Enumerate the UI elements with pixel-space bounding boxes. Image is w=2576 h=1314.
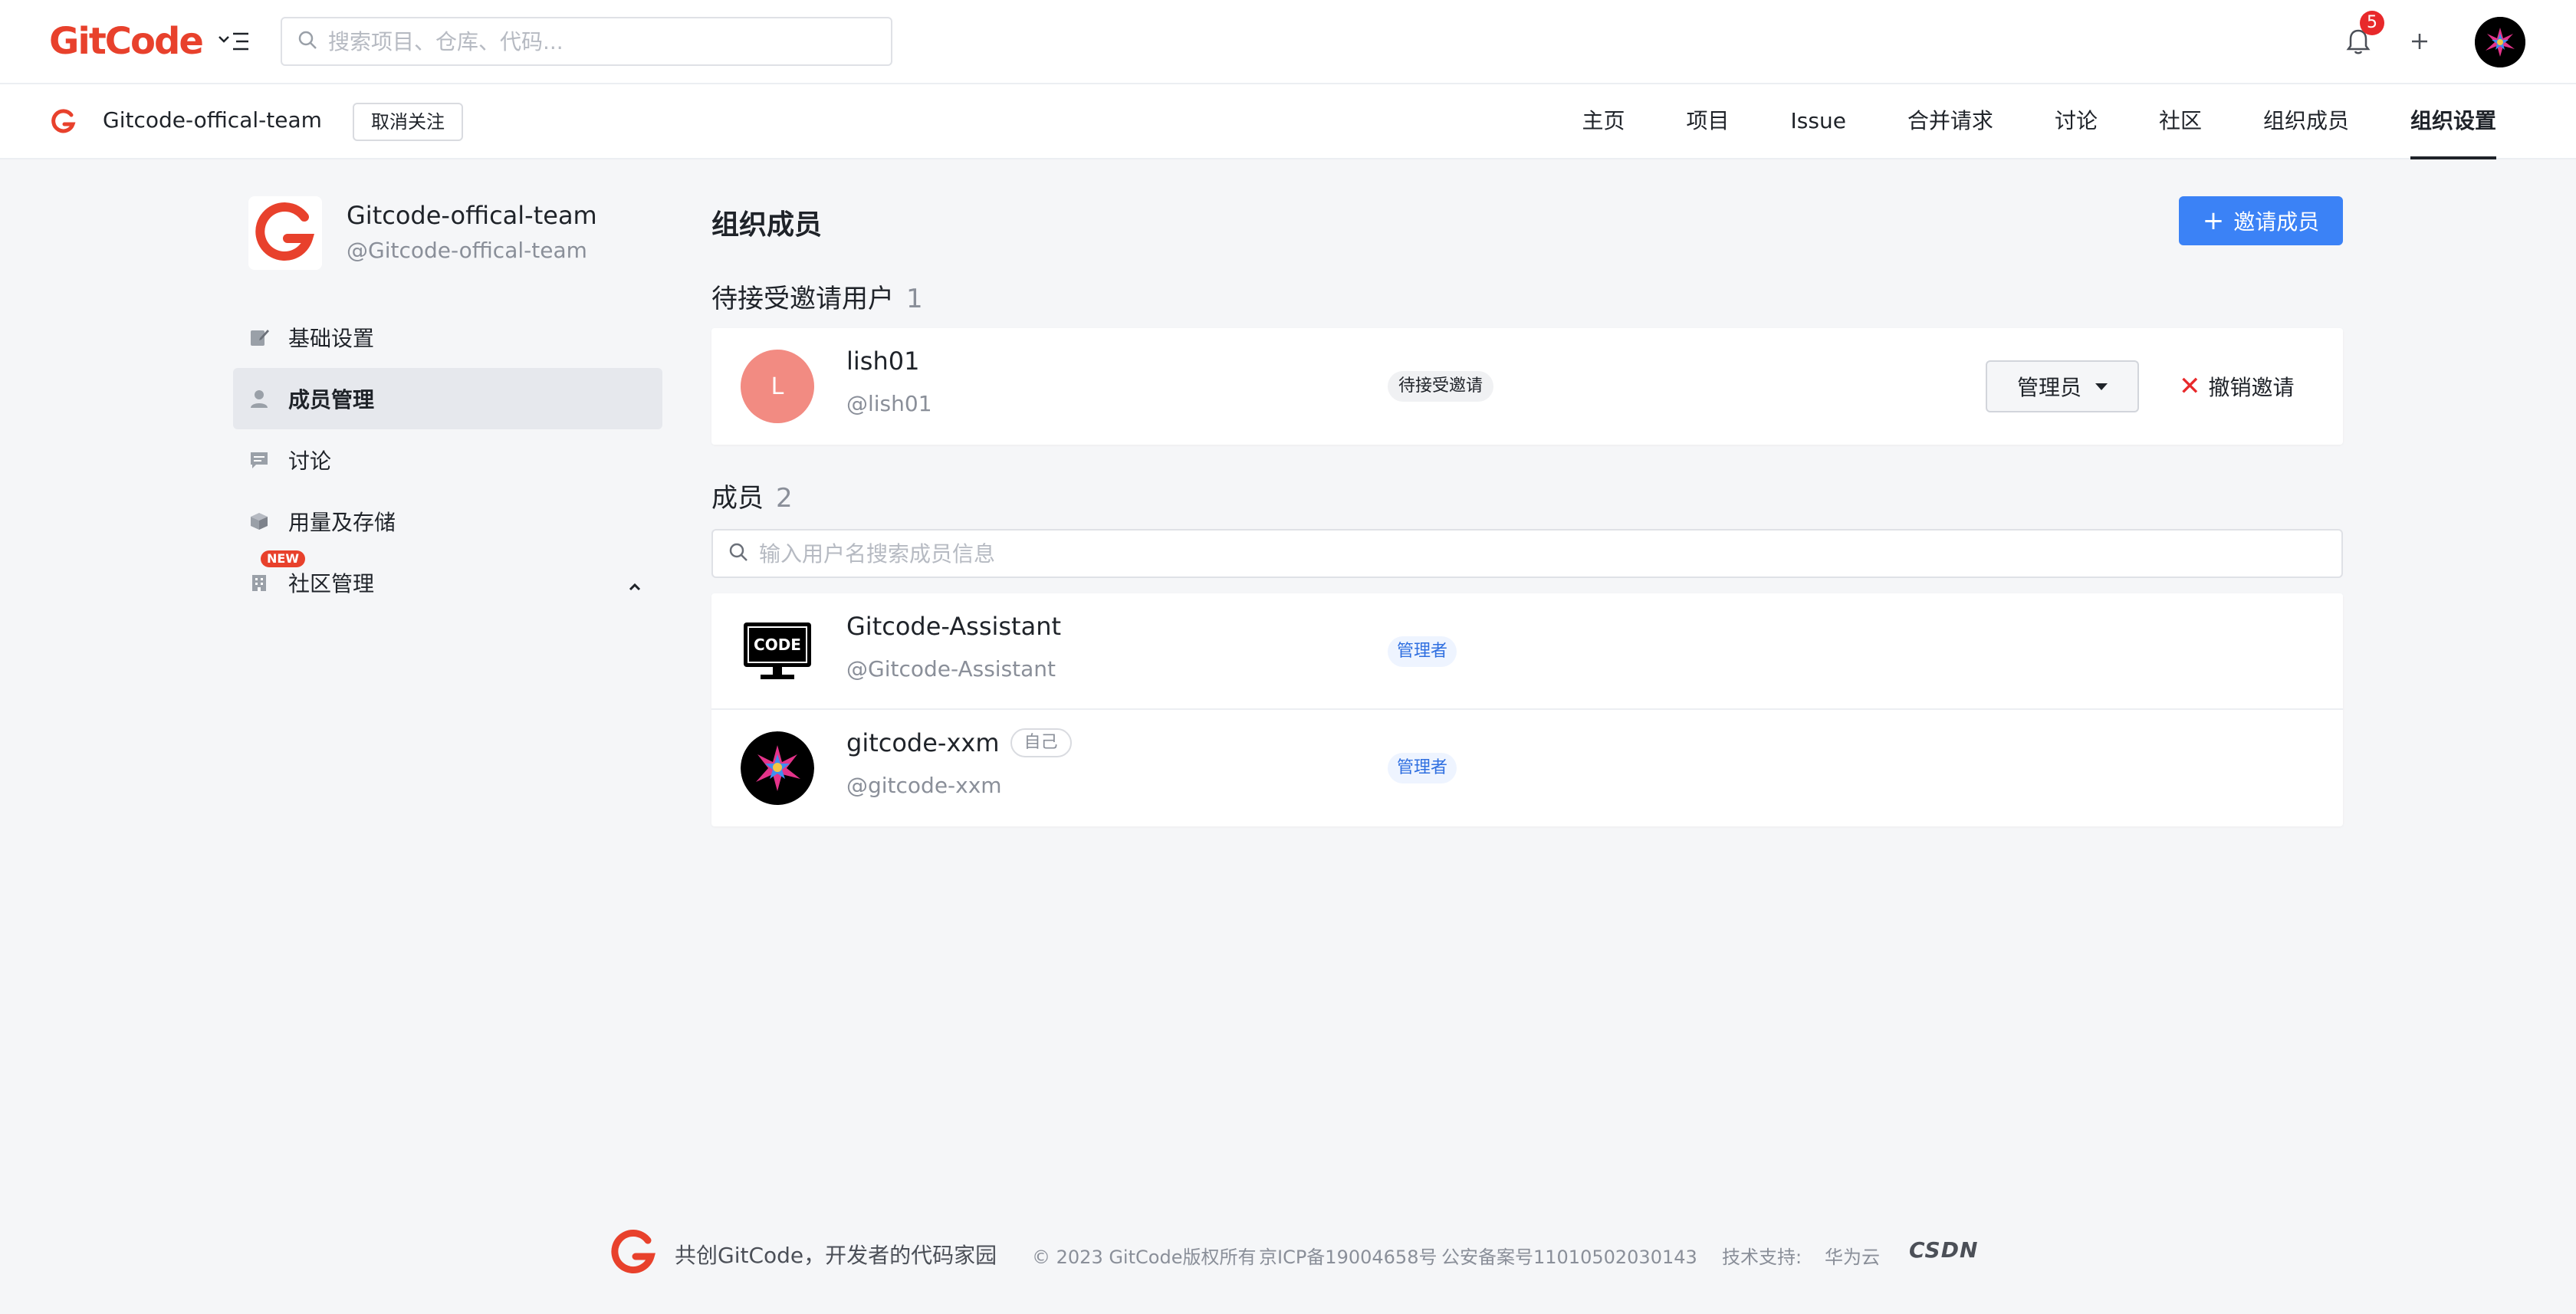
invite-member-label: 邀请成员 bbox=[2233, 209, 2320, 235]
edit-icon bbox=[248, 327, 270, 348]
members-card: CODE Gitcode-Assistant @Gitcode-Assistan… bbox=[711, 593, 2343, 826]
assistant-avatar: CODE bbox=[741, 615, 814, 688]
org-name[interactable]: Gitcode-offical-team bbox=[103, 107, 322, 133]
gitcode-logo[interactable]: GitCode bbox=[49, 17, 204, 66]
pending-section-title: 待接受邀请用户 1 bbox=[711, 278, 923, 315]
sidebar-org-handle: @Gitcode-offical-team bbox=[347, 238, 587, 263]
close-icon: ✕ bbox=[2179, 371, 2201, 402]
user-icon bbox=[248, 388, 270, 409]
org-bar: Gitcode-offical-team 取消关注 主页 项目 Issue 合并… bbox=[0, 84, 2576, 159]
nav-members[interactable]: 组织成员 bbox=[2263, 84, 2349, 159]
role-select-value: 管理员 bbox=[2016, 375, 2082, 400]
avatar-initial: L bbox=[770, 373, 784, 400]
new-badge: NEW bbox=[261, 550, 305, 567]
pending-users-card: L lish01 @lish01 待接受邀请 管理员 ✕ 撤销邀请 bbox=[711, 328, 2343, 445]
footer-slogan: 共创GitCode，开发者的代码家园 bbox=[675, 1243, 997, 1268]
members-count: 2 bbox=[776, 483, 793, 514]
global-search-input[interactable] bbox=[328, 28, 865, 54]
caret-down-icon bbox=[2095, 383, 2108, 390]
footer-logo-icon bbox=[610, 1228, 658, 1276]
top-header: GitCode 5 bbox=[0, 0, 2576, 84]
user-avatar[interactable] bbox=[2475, 17, 2525, 67]
sidebar-item-member-management[interactable]: 成员管理 bbox=[233, 368, 662, 429]
svg-text:CODE: CODE bbox=[754, 636, 801, 654]
sidebar-org-logo bbox=[248, 196, 322, 270]
user-handle: @lish01 bbox=[846, 391, 932, 416]
create-plus-icon[interactable] bbox=[2404, 26, 2435, 57]
sidebar-item-basic-settings[interactable]: 基础设置 bbox=[233, 307, 662, 368]
footer-copyright: © 2023 GitCode版权所有 bbox=[1032, 1247, 1257, 1268]
menu-toggle-icon[interactable] bbox=[218, 28, 251, 55]
user-handle: @Gitcode-Assistant bbox=[846, 656, 1056, 682]
revoke-invite-label: 撤销邀请 bbox=[2208, 375, 2295, 400]
sidebar-item-usage-storage[interactable]: 用量及存储 bbox=[233, 491, 662, 552]
notification-count-badge: 5 bbox=[2360, 11, 2384, 35]
page-title: 组织成员 bbox=[711, 209, 823, 241]
sidebar-item-label: 基础设置 bbox=[288, 326, 375, 351]
settings-sidebar: 基础设置 成员管理 讨论 用量及存储 NEW 社区管理 bbox=[233, 307, 662, 613]
search-icon bbox=[728, 542, 748, 565]
sidebar-item-label: 成员管理 bbox=[288, 387, 375, 412]
member-search[interactable] bbox=[711, 529, 2343, 578]
member-search-input[interactable] bbox=[759, 540, 2216, 567]
org-nav: 主页 项目 Issue 合并请求 讨论 社区 组织成员 组织设置 bbox=[1520, 84, 2497, 159]
avatar: L bbox=[741, 350, 814, 423]
pending-title-text: 待接受邀请用户 bbox=[711, 284, 894, 314]
user-name: lish01 bbox=[846, 347, 919, 376]
footer: 共创GitCode，开发者的代码家园 © 2023 GitCode版权所有 京I… bbox=[0, 1224, 2576, 1282]
user-name-text: gitcode-xxm bbox=[846, 728, 1000, 757]
sidebar-item-discussions[interactable]: 讨论 bbox=[233, 429, 662, 491]
member-row: gitcode-xxm 自己 @gitcode-xxm 管理者 bbox=[711, 710, 2343, 826]
chevron-up-icon[interactable] bbox=[627, 575, 642, 591]
nav-issue[interactable]: Issue bbox=[1791, 84, 1846, 159]
user-name: gitcode-xxm 自己 bbox=[846, 728, 1072, 757]
footer-support-label: 技术支持: bbox=[1722, 1247, 1802, 1268]
nav-projects[interactable]: 项目 bbox=[1687, 84, 1730, 159]
revoke-invite-button[interactable]: ✕ 撤销邀请 bbox=[2179, 370, 2295, 403]
status-badge: 待接受邀请 bbox=[1388, 371, 1494, 402]
user-name: Gitcode-Assistant bbox=[846, 612, 1061, 641]
nav-community[interactable]: 社区 bbox=[2159, 84, 2202, 159]
nav-home[interactable]: 主页 bbox=[1582, 84, 1625, 159]
pending-count: 1 bbox=[906, 284, 923, 314]
unfollow-button[interactable]: 取消关注 bbox=[353, 103, 463, 141]
footer-csdn-link[interactable]: CSDN bbox=[1909, 1237, 1978, 1263]
search-icon bbox=[297, 30, 317, 53]
global-search[interactable] bbox=[281, 17, 892, 66]
chat-icon bbox=[248, 449, 270, 471]
sidebar-item-community-management[interactable]: NEW 社区管理 bbox=[233, 550, 662, 613]
footer-police-link[interactable]: 公安备案号11010502030143 bbox=[1441, 1242, 1697, 1269]
members-section-title: 成员 2 bbox=[711, 477, 793, 514]
role-select[interactable]: 管理员 bbox=[1986, 360, 2139, 412]
self-badge: 自己 bbox=[1010, 728, 1072, 757]
avatar bbox=[741, 731, 814, 805]
invite-member-button[interactable]: + 邀请成员 bbox=[2179, 196, 2343, 245]
org-logo-icon[interactable] bbox=[51, 109, 77, 135]
user-name-text: lish01 bbox=[846, 347, 920, 376]
footer-icp-link[interactable]: 京ICP备19004658号 bbox=[1259, 1242, 1437, 1269]
user-name-text: Gitcode-Assistant bbox=[846, 612, 1062, 641]
nav-settings[interactable]: 组织设置 bbox=[2410, 84, 2497, 159]
sidebar-item-label: 讨论 bbox=[288, 448, 332, 474]
user-handle: @gitcode-xxm bbox=[846, 773, 1002, 798]
nav-merge-requests[interactable]: 合并请求 bbox=[1907, 84, 1993, 159]
pending-user-row: L lish01 @lish01 待接受邀请 管理员 ✕ 撤销邀请 bbox=[711, 328, 2343, 445]
role-badge: 管理者 bbox=[1388, 753, 1457, 783]
sidebar-item-label: 用量及存储 bbox=[288, 510, 396, 535]
plus-icon: + bbox=[2202, 205, 2225, 236]
members-title-text: 成员 bbox=[711, 483, 764, 514]
box-icon bbox=[248, 511, 270, 532]
building-icon bbox=[248, 572, 270, 593]
footer-huaweicloud-link[interactable]: 华为云 bbox=[1825, 1242, 1880, 1269]
member-row: CODE Gitcode-Assistant @Gitcode-Assistan… bbox=[711, 593, 2343, 710]
role-badge: 管理者 bbox=[1388, 636, 1457, 667]
logo-text: GitCode bbox=[49, 20, 204, 63]
sidebar-item-label: 社区管理 bbox=[288, 571, 375, 596]
nav-discussions[interactable]: 讨论 bbox=[2055, 84, 2098, 159]
sidebar-org-name: Gitcode-offical-team bbox=[347, 201, 597, 230]
